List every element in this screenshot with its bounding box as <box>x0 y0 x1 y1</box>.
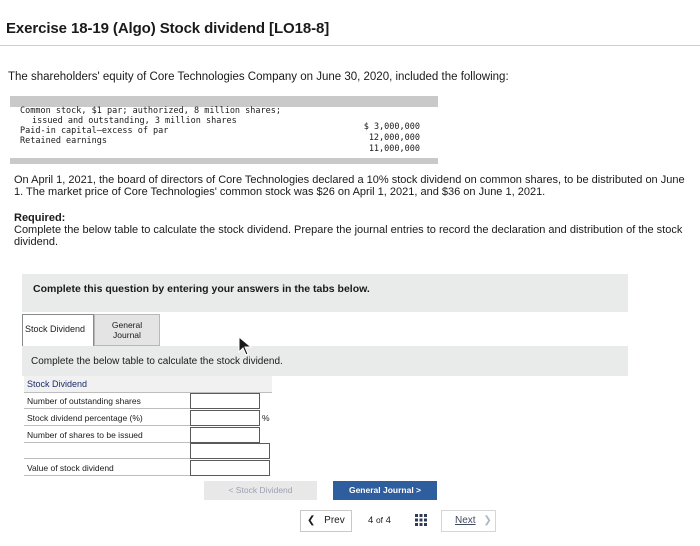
equity-label-retained: Retained earnings <box>20 136 107 146</box>
equity-value-common: $ 3,000,000 <box>363 122 420 132</box>
tab-general-journal-label-1: General <box>111 320 143 330</box>
equity-table: Common stock, $1 par; authorized, 8 mill… <box>10 96 438 164</box>
instruction-box: Complete this question by entering your … <box>22 274 628 312</box>
table-row-label-blank <box>24 443 190 459</box>
dividend-percentage-input[interactable] <box>190 410 260 426</box>
page-current: 4 <box>368 515 374 526</box>
intro-text: The shareholders' equity of Core Technol… <box>8 71 509 83</box>
next-tab-button[interactable]: General Journal > <box>333 481 437 500</box>
grid-icon[interactable] <box>415 514 427 526</box>
chevron-left-icon: ❮ <box>307 515 316 526</box>
table-row-label-percentage: Stock dividend percentage (%) <box>24 410 190 426</box>
equity-value-retained: 11,000,000 <box>368 144 420 154</box>
table-header: Stock Dividend <box>24 376 272 393</box>
equity-value-paid-in: 12,000,000 <box>368 133 420 143</box>
prev-tab-button[interactable]: < Stock Dividend <box>204 481 317 500</box>
table-row-label-value: Value of stock dividend <box>24 460 190 476</box>
equity-table-bottom-shade <box>10 158 438 164</box>
tab-general-journal[interactable]: General Journal <box>94 314 160 346</box>
table-row-label-outstanding: Number of outstanding shares <box>24 393 190 409</box>
instruction-text: Complete this question by entering your … <box>33 283 370 295</box>
page-indicator: 4 of 4 <box>368 515 391 526</box>
next-label: Next <box>455 515 476 526</box>
required-title: Required: <box>14 212 66 224</box>
tab-navigation: < Stock Dividend General Journal > <box>204 481 437 500</box>
blank-row-input[interactable] <box>190 443 270 459</box>
tab-stock-dividend[interactable]: Stock Dividend <box>22 314 94 346</box>
page-title: Exercise 18-19 (Algo) Stock dividend [LO… <box>0 0 700 46</box>
tab-general-journal-label-2: Journal <box>113 330 141 340</box>
scenario-paragraph: On April 1, 2021, the board of directors… <box>14 174 685 198</box>
tab-panel-header: Complete the below table to calculate th… <box>22 346 628 376</box>
prev-question-button[interactable]: ❮ Prev <box>300 510 352 532</box>
mouse-cursor-icon <box>238 336 253 356</box>
prev-label: Prev <box>324 515 345 526</box>
tab-stock-dividend-label: Stock Dividend <box>25 324 86 334</box>
shares-issued-input[interactable] <box>190 427 260 443</box>
percent-suffix: % <box>262 413 270 423</box>
chevron-right-icon: ❯ <box>483 515 492 526</box>
table-row-label-shares-issued: Number of shares to be issued <box>24 427 190 443</box>
outstanding-shares-input[interactable] <box>190 393 260 409</box>
page-total: 4 <box>385 515 391 526</box>
panel-instruction-text: Complete the below table to calculate th… <box>31 356 283 367</box>
required-text: Complete the below table to calculate th… <box>14 224 683 248</box>
page-of: of <box>375 515 384 525</box>
next-question-button[interactable]: Next ❯ <box>441 510 496 532</box>
dividend-value-input[interactable] <box>190 460 270 476</box>
